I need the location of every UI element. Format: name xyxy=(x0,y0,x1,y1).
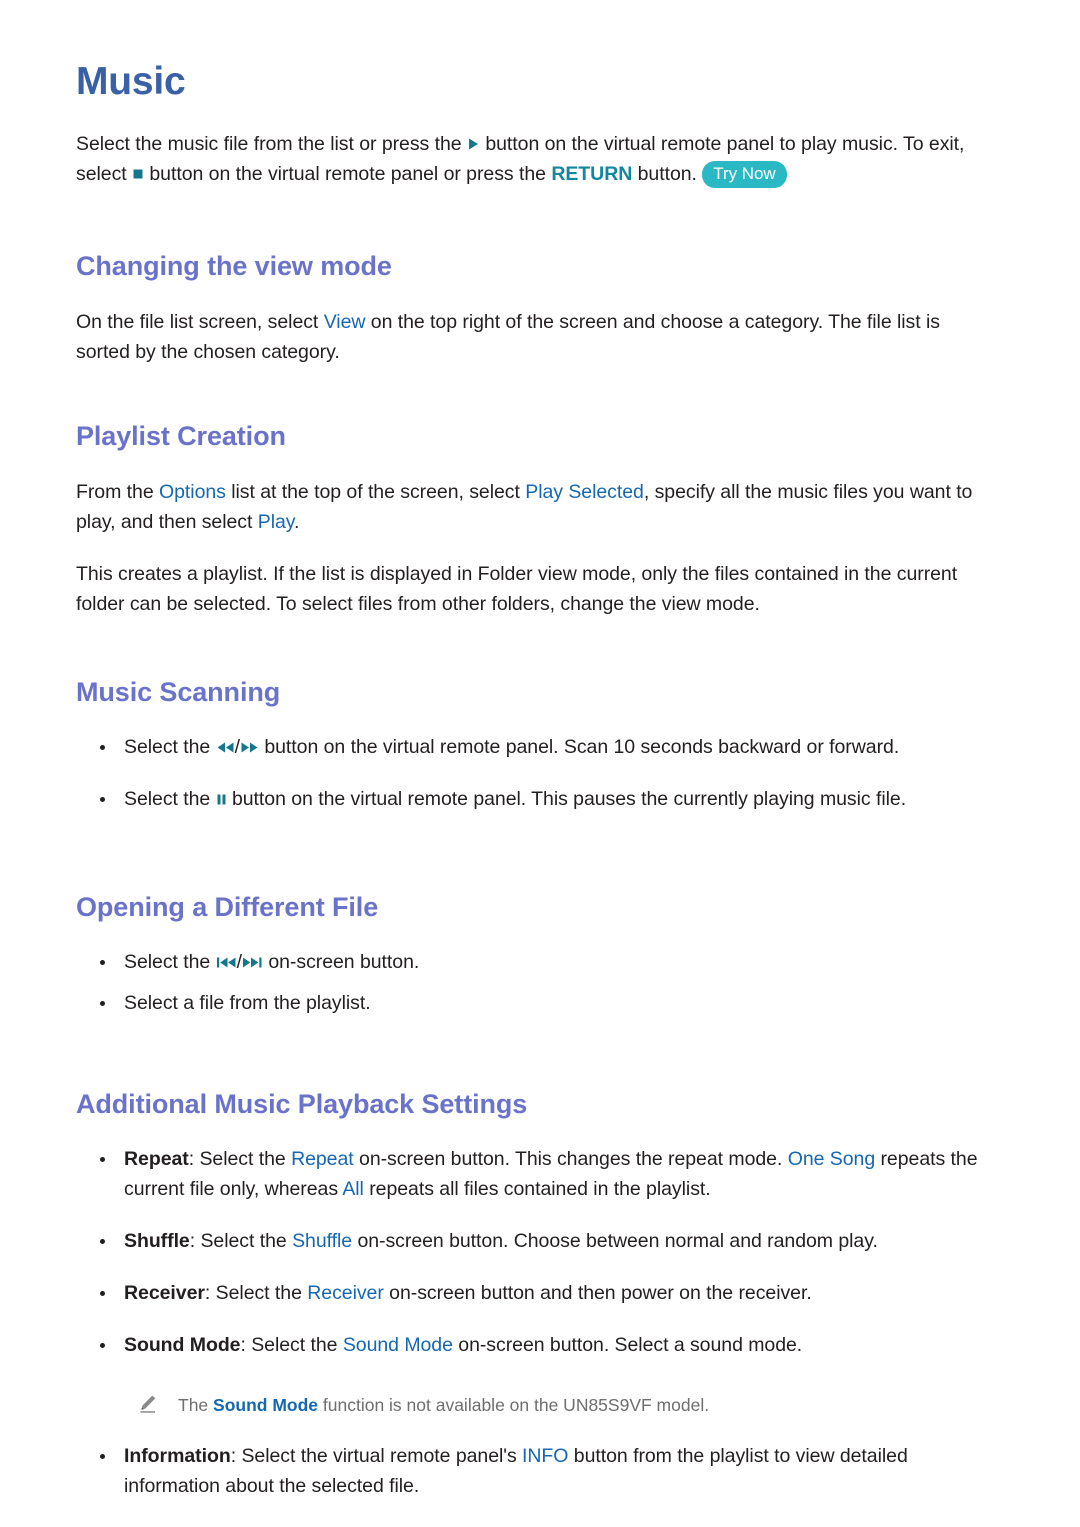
shuffle-text-2: on-screen button. Choose between normal … xyxy=(352,1230,878,1253)
list-item: Receiver: Select the Receiver on-screen … xyxy=(76,1278,996,1308)
rewind-icon xyxy=(216,741,235,754)
information-bullet-list: Information: Select the virtual remote p… xyxy=(76,1427,996,1501)
playback-settings-bullet-list: Repeat: Select the Repeat on-screen butt… xyxy=(76,1120,996,1360)
stop-icon xyxy=(132,167,144,181)
try-now-badge[interactable]: Try Now xyxy=(702,161,787,188)
intro-text-3: button on the virtual remote panel or pr… xyxy=(144,163,552,185)
fast-forward-icon xyxy=(240,741,259,754)
information-text-1: : Select the virtual remote panel's xyxy=(230,1445,523,1468)
bullet-label-sound-mode: Sound Mode xyxy=(124,1334,241,1357)
document-page: Music Select the music file from the lis… xyxy=(0,0,1080,1527)
sound-mode-text-1: : Select the xyxy=(240,1334,343,1357)
bullet-label-repeat: Repeat xyxy=(124,1148,189,1171)
intro-text-4: button. xyxy=(632,163,703,185)
pencil-icon xyxy=(138,1394,158,1414)
list-item: Select the button on the virtual remote … xyxy=(76,784,996,814)
section-heading-additional-music-playback-settings: Additional Music Playback Settings xyxy=(76,1089,528,1120)
section-heading-music-scanning: Music Scanning xyxy=(76,677,281,708)
playlist-text-4: . xyxy=(294,511,300,534)
link-play-selected[interactable]: Play Selected xyxy=(525,481,644,503)
section-heading-playlist-creation: Playlist Creation xyxy=(76,421,286,452)
pause-icon xyxy=(216,793,227,806)
link-receiver[interactable]: Receiver xyxy=(307,1282,384,1304)
repeat-text-4: repeats all files contained in the playl… xyxy=(363,1178,711,1201)
link-one-song[interactable]: One Song xyxy=(788,1148,875,1170)
repeat-text-1: : Select the xyxy=(188,1148,292,1171)
scan-text-2: button on the virtual remote panel. Scan… xyxy=(258,736,900,759)
list-item: Select the / button on the virtual remot… xyxy=(76,732,996,762)
section-heading-opening-a-different-file: Opening a Different File xyxy=(76,892,379,923)
link-shuffle[interactable]: Shuffle xyxy=(292,1230,352,1252)
skip-next-icon xyxy=(242,956,263,969)
note-text-1: The xyxy=(178,1395,214,1416)
page-title: Music xyxy=(76,60,186,103)
link-view[interactable]: View xyxy=(324,311,366,333)
intro-text-1: Select the music file from the list or p… xyxy=(76,133,467,155)
list-item: Repeat: Select the Repeat on-screen butt… xyxy=(76,1144,996,1204)
link-repeat[interactable]: Repeat xyxy=(291,1148,354,1170)
repeat-text-2: on-screen button. This changes the repea… xyxy=(353,1148,788,1171)
view-mode-text-1: On the file list screen, select xyxy=(76,311,324,334)
opening-file-bullet-list: Select the / on-screen button. Select a … xyxy=(76,923,996,1018)
intro-paragraph: Select the music file from the list or p… xyxy=(76,101,996,189)
section-heading-changing-the-view-mode: Changing the view mode xyxy=(76,251,392,281)
link-info[interactable]: INFO xyxy=(522,1445,568,1467)
link-sound-mode[interactable]: Sound Mode xyxy=(343,1334,453,1356)
receiver-text-1: : Select the xyxy=(204,1282,308,1305)
note-sound-mode-availability: The Sound Mode function is not available… xyxy=(76,1382,996,1427)
open-text-1: Select the xyxy=(124,951,216,974)
link-play[interactable]: Play xyxy=(258,511,294,533)
section-paragraph-view-mode: On the file list screen, select View on … xyxy=(76,282,996,367)
open-text-3: Select a file from the playlist. xyxy=(124,992,371,1015)
receiver-text-2: on-screen button and then power on the r… xyxy=(383,1282,812,1305)
return-button-reference[interactable]: RETURN xyxy=(551,163,632,185)
playlist-text-2: list at the top of the screen, select xyxy=(225,481,526,504)
list-item: Select a file from the playlist. xyxy=(76,988,996,1018)
bullet-label-shuffle: Shuffle xyxy=(124,1230,190,1253)
pause-text-1: Select the xyxy=(124,788,216,811)
pause-text-2: button on the virtual remote panel. This… xyxy=(226,788,907,811)
open-text-2: on-screen button. xyxy=(262,951,420,974)
playlist-text-1: From the xyxy=(76,481,159,504)
note-text-2: function is not available on the UN85S9V… xyxy=(318,1395,710,1416)
bullet-label-information: Information xyxy=(124,1445,231,1468)
link-all[interactable]: All xyxy=(342,1178,364,1200)
music-scanning-bullet-list: Select the / button on the virtual remot… xyxy=(76,708,996,814)
list-item: Select the / on-screen button. xyxy=(76,947,996,977)
section-paragraph-playlist-creation-2: This creates a playlist. If the list is … xyxy=(76,563,958,616)
list-item: Information: Select the virtual remote p… xyxy=(76,1441,996,1501)
list-item: Shuffle: Select the Shuffle on-screen bu… xyxy=(76,1226,996,1256)
link-sound-mode-note[interactable]: Sound Mode xyxy=(213,1395,318,1415)
shuffle-text-1: : Select the xyxy=(189,1230,293,1253)
bullet-label-receiver: Receiver xyxy=(124,1282,205,1305)
section-paragraph-playlist-creation-1: From the Options list at the top of the … xyxy=(76,452,996,537)
link-options[interactable]: Options xyxy=(159,481,226,503)
play-icon xyxy=(467,137,480,151)
skip-previous-icon xyxy=(216,956,237,969)
page-content: Music Select the music file from the lis… xyxy=(76,0,996,1501)
list-item: Sound Mode: Select the Sound Mode on-scr… xyxy=(76,1330,996,1360)
sound-mode-text-2: on-screen button. Select a sound mode. xyxy=(452,1334,803,1357)
scan-text-1: Select the xyxy=(124,736,216,759)
